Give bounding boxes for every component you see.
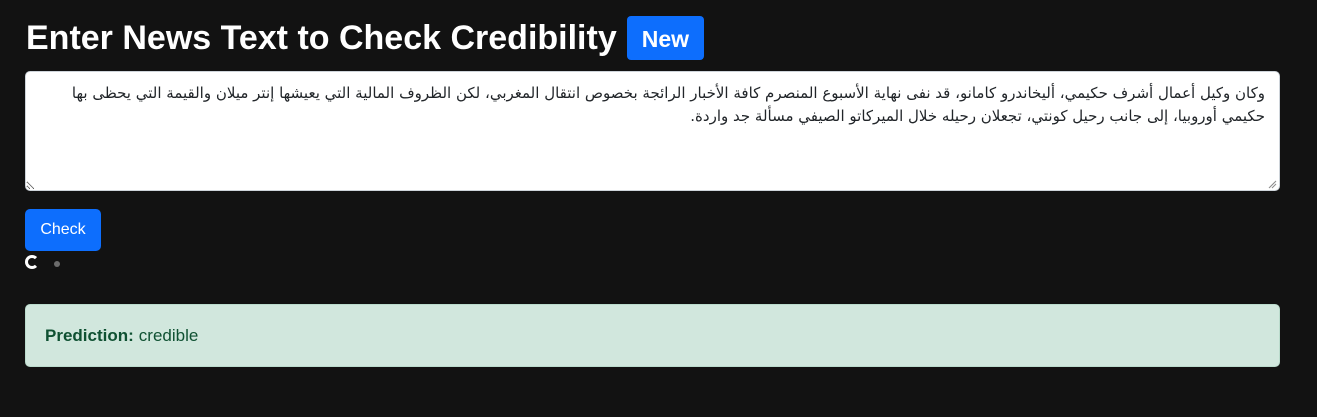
page-title: Enter News Text to Check Credibility (26, 19, 617, 57)
loading-spinner-icon (25, 255, 39, 269)
prediction-label: Prediction: (45, 325, 134, 345)
prediction-alert: Prediction: credible (25, 304, 1280, 367)
page-heading: Enter News Text to Check Credibility New (26, 16, 705, 60)
new-badge: New (626, 16, 705, 60)
prediction-value: credible (138, 325, 199, 345)
news-text-input[interactable]: وكان وكيل أعمال أشرف حكيمي، أليخاندرو كا… (25, 71, 1280, 191)
app-container: Enter News Text to Check Credibility New… (0, 0, 1317, 417)
check-button[interactable]: Check (25, 209, 101, 251)
loading-dot-icon (54, 261, 60, 267)
